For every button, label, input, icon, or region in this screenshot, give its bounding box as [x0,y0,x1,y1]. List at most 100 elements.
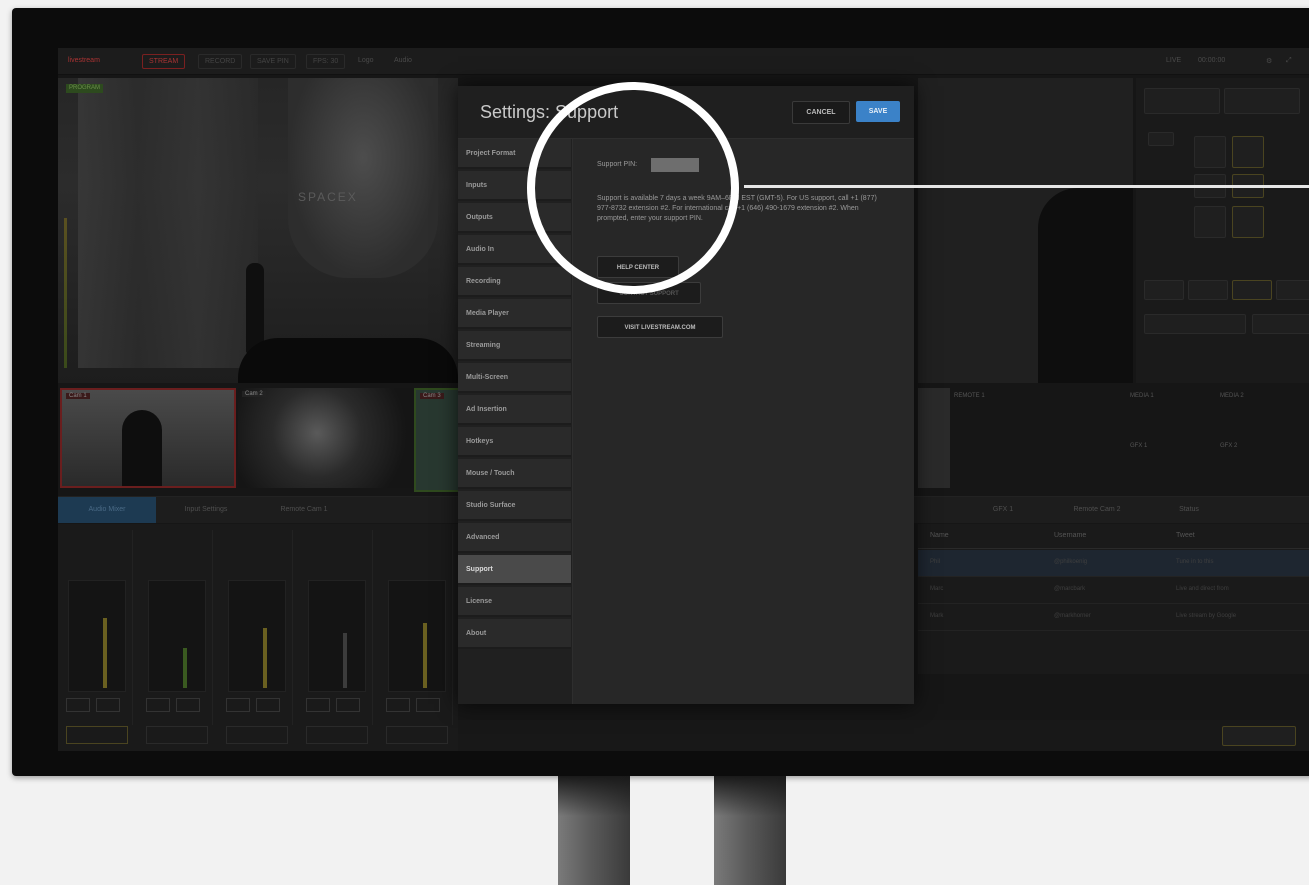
mixer-channel [380,530,453,744]
top-toolbar: livestream STREAM RECORD SAVE PIN FPS: 3… [58,48,1309,75]
solo-button[interactable] [416,698,440,712]
save-button[interactable]: SAVE [856,101,900,122]
fps-indicator: FPS: 30 [306,54,346,69]
tab-audio-mixer[interactable]: Audio Mixer [58,497,156,523]
tab-gfx-1[interactable]: GFX 1 [958,497,1048,523]
transition-3[interactable] [1232,280,1272,300]
menu-item-studio-surface[interactable]: Studio Surface [458,491,571,521]
column-tweet: Tweet [1176,532,1195,539]
ftb-button[interactable] [1252,314,1309,334]
tab-remote-cam-1[interactable]: Remote Cam 1 [256,497,352,523]
gfx-2-label: GFX 2 [1220,443,1238,449]
media-1-label: MEDIA 1 [1130,393,1154,399]
thumbnail-label: Cam 2 [242,391,266,397]
cancel-button[interactable]: CANCEL [792,101,850,124]
column-name: Name [930,532,949,539]
menu-item-media-player[interactable]: Media Player [458,299,571,329]
table-header: Name Username Tweet [918,524,1309,549]
thumbnail-cam-2[interactable]: Cam 2 [238,388,414,488]
menu-item-hotkeys[interactable]: Hotkeys [458,427,571,457]
callout-circle [527,82,739,294]
menu-item-advanced[interactable]: Advanced [458,523,571,553]
menu-item-streaming[interactable]: Streaming [458,331,571,361]
transition-4[interactable] [1276,280,1309,300]
live-indicator: LIVE [1166,57,1182,64]
cell-name: Marc [930,586,944,592]
channel-buttons [306,698,366,712]
effect-button-6[interactable] [1232,206,1264,238]
tab-status[interactable]: Status [1144,497,1234,523]
preview-output [918,78,1133,383]
audio-label[interactable]: Audio [394,57,412,64]
menu-item-support[interactable]: Support [458,555,571,585]
menu-item-about[interactable]: About [458,619,571,649]
cell-name: Phil [930,559,941,565]
mute-button[interactable] [226,698,250,712]
tab-remote-cam-2[interactable]: Remote Cam 2 [1052,497,1142,523]
mixer-channel [220,530,293,744]
mute-button[interactable] [66,698,90,712]
thumbnail-cam-3[interactable]: Cam 3 [414,388,462,492]
table-row[interactable]: Marc @marcbark Live and direct from [918,577,1309,604]
menu-item-mouse-touch[interactable]: Mouse / Touch [458,459,571,489]
tab-input-settings[interactable]: Input Settings [158,497,254,523]
solo-button[interactable] [256,698,280,712]
volume-fader[interactable] [308,580,366,692]
menu-item-multi-screen[interactable]: Multi-Screen [458,363,571,393]
gear-icon[interactable]: ⚙ [1266,57,1272,65]
stage-curtain [78,78,258,368]
transition-duration[interactable] [1144,314,1246,334]
audio-follow-button[interactable] [66,726,128,744]
logo-label[interactable]: Logo [358,57,374,64]
transition-1[interactable] [1144,280,1184,300]
channel-buttons [226,698,286,712]
table-row[interactable]: Phil @philkoenig Tune in to this [918,550,1309,577]
volume-fader[interactable] [148,580,206,692]
level-bar [183,648,187,688]
visit-livestream-button[interactable]: VISIT LIVESTREAM.COM [597,316,723,338]
solo-button[interactable] [176,698,200,712]
audio-follow-button[interactable] [226,726,288,744]
volume-fader[interactable] [388,580,446,692]
menu-item-recording[interactable]: Recording [458,267,571,297]
solo-button[interactable] [96,698,120,712]
effect-button-5[interactable] [1194,206,1226,238]
level-bar [263,628,267,688]
thumbnail-label: Cam 3 [420,393,444,399]
channel-buttons [146,698,206,712]
mute-button[interactable] [146,698,170,712]
expand-icon[interactable]: ⤢ [1286,57,1292,65]
mute-button[interactable] [306,698,330,712]
volume-fader[interactable] [68,580,126,692]
auto-push-button[interactable] [1222,726,1296,746]
cell-tweet: Tune in to this [1176,559,1214,565]
save-pin-button[interactable]: SAVE PIN [250,54,296,69]
effect-button-1[interactable] [1194,136,1226,168]
audio-follow-button[interactable] [146,726,208,744]
mixer-channel [60,530,133,744]
mute-button[interactable] [386,698,410,712]
level-bar [103,618,107,688]
transition-2[interactable] [1188,280,1228,300]
solo-button[interactable] [336,698,360,712]
channel-buttons [386,698,446,712]
cell-tweet: Live stream by Google [1176,613,1237,619]
thumbnail-remote[interactable] [918,388,950,488]
audio-follow-button[interactable] [306,726,368,744]
record-button[interactable]: RECORD [198,54,243,69]
audio-follow-button[interactable] [386,726,448,744]
volume-fader[interactable] [228,580,286,692]
menu-item-ad-insertion[interactable]: Ad Insertion [458,395,571,425]
source-thumbnails: Cam 1 Cam 2 Cam 3 [58,388,462,492]
effect-button-2[interactable] [1232,136,1264,168]
auto-button[interactable] [1224,88,1300,114]
stream-button[interactable]: STREAM [142,54,186,69]
cut-button[interactable] [1144,88,1220,114]
thumbnail-cam-1[interactable]: Cam 1 [60,388,236,488]
presenter-figure [246,263,264,353]
mode-toggle[interactable] [1148,132,1174,146]
menu-item-license[interactable]: License [458,587,571,617]
capsule-image [288,78,438,278]
table-row[interactable]: Mark @markhorner Live stream by Google [918,604,1309,631]
callout-line [744,185,1309,188]
